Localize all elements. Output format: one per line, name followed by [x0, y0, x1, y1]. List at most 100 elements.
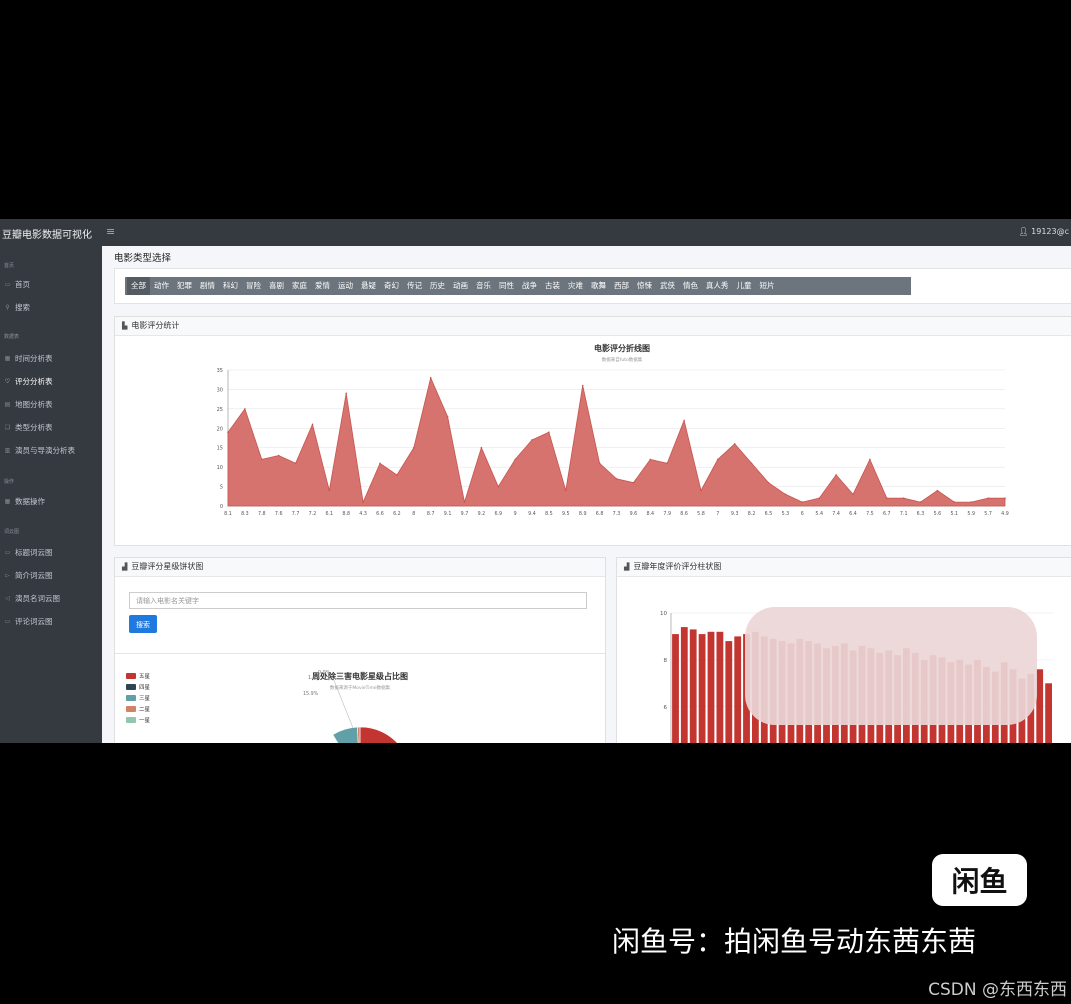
sidebar-item-label: 数据操作 — [15, 497, 45, 506]
sidebar-item-time-analysis[interactable]: ▦ 时间分析表 — [4, 353, 53, 364]
data-point — [227, 431, 229, 433]
x-tick-label: 7.5 — [866, 511, 874, 517]
genre-button[interactable]: 爱情 — [311, 277, 334, 295]
genre-button[interactable]: 古装 — [541, 277, 564, 295]
genre-button[interactable]: 音乐 — [472, 277, 495, 295]
x-tick-label: 7.6 — [275, 511, 283, 517]
bar — [725, 641, 733, 743]
x-tick-label: 7.3 — [613, 511, 621, 517]
genre-button[interactable]: 运动 — [334, 277, 357, 295]
data-point — [531, 439, 533, 441]
genre-section-title: 电影类型选择 — [114, 253, 172, 264]
blurred-overlay — [745, 607, 1037, 725]
data-point — [801, 501, 804, 503]
genre-button[interactable]: 惊悚 — [633, 277, 656, 295]
data-point — [919, 501, 922, 503]
x-tick-label: 8.2 — [748, 511, 756, 517]
search-button[interactable]: 搜索 — [129, 615, 157, 633]
sidebar-item-label: 类型分析表 — [15, 423, 53, 432]
watermark-text: 闲鱼号：拍闲鱼号动东茜东茜 — [612, 925, 977, 958]
rating-card-header: ▙ 电影评分统计 — [115, 317, 1071, 336]
sidebar-item-actor-cloud[interactable]: ◁ 演员名词云图 — [4, 593, 60, 604]
pie-slice — [359, 726, 398, 743]
sidebar-item-label: 简介词云图 — [15, 571, 53, 580]
genre-button[interactable]: 武侠 — [656, 277, 679, 295]
bar — [1036, 669, 1044, 743]
csdn-watermark: CSDN @东西东西 — [928, 980, 1067, 1000]
bar — [707, 631, 715, 743]
x-tick-label: 7.9 — [663, 511, 671, 517]
hamburger-icon[interactable]: ≡ — [106, 225, 115, 238]
genre-button[interactable]: 传记 — [403, 277, 426, 295]
sidebar-item-title-cloud[interactable]: ▭ 标题词云图 — [4, 547, 53, 558]
genre-button[interactable]: 悬疑 — [357, 277, 380, 295]
data-point — [818, 497, 820, 499]
data-point — [565, 489, 567, 492]
genre-button[interactable]: 历史 — [426, 277, 449, 295]
sidebar-item-data-ops[interactable]: ▦ 数据操作 — [4, 496, 45, 507]
bar — [716, 631, 724, 743]
sidebar-item-rating-analysis[interactable]: ♡ 评分分析表 — [4, 376, 53, 387]
x-tick-label: 6.9 — [494, 511, 502, 517]
genre-button[interactable]: 动画 — [449, 277, 472, 295]
sidebar-item-actor-director[interactable]: ▥ 演员与导演分析表 — [4, 445, 75, 456]
genre-button[interactable]: 冒险 — [242, 277, 265, 295]
rating-card-title: 电影评分统计 — [131, 321, 180, 330]
x-tick-label: 8.5 — [545, 511, 553, 517]
genre-button[interactable]: 灾难 — [564, 277, 587, 295]
search-icon: ⚲ — [5, 304, 10, 311]
y-tick-label: 15 — [217, 446, 223, 452]
genre-button[interactable]: 全部 — [127, 277, 150, 295]
x-tick-label: 5.8 — [697, 511, 705, 517]
movie-search-input[interactable] — [129, 592, 587, 609]
genre-button[interactable]: 犯罪 — [173, 277, 196, 295]
pie-card: ▟豆瓣评分星级饼状图 搜索 五星四星三星二星一星 周处除三害电影星级占比图数据来… — [114, 557, 606, 743]
genre-button[interactable]: 科幻 — [219, 277, 242, 295]
genre-button[interactable]: 喜剧 — [265, 277, 288, 295]
genre-button[interactable]: 剧情 — [196, 277, 219, 295]
x-tick-label: 5.6 — [934, 511, 942, 517]
y-tick-label: 10 — [217, 465, 223, 471]
sidebar-item-label: 演员与导演分析表 — [15, 446, 75, 455]
sidebar-item-home[interactable]: ▭ 首页 — [4, 279, 30, 290]
genre-button[interactable]: 西部 — [610, 277, 633, 295]
sidebar-item-type-analysis[interactable]: ❏ 类型分析表 — [4, 422, 53, 433]
bar — [689, 629, 697, 743]
pie-card-header: ▟ 豆瓣评分星级饼状图 — [115, 558, 605, 577]
genre-button[interactable]: 战争 — [518, 277, 541, 295]
genre-button[interactable]: 同性 — [495, 277, 518, 295]
user-menu[interactable]: 👤︎ 19123@c — [1018, 227, 1069, 236]
genre-button[interactable]: 短片 — [756, 277, 779, 295]
genre-button[interactable]: 奇幻 — [380, 277, 403, 295]
genre-button[interactable]: 家庭 — [288, 277, 311, 295]
brand-title[interactable]: 豆瓣电影数据可视化 — [2, 226, 92, 241]
data-point — [649, 458, 652, 461]
chart-subtitle: 数据来源于MovieTime数据集 — [330, 684, 391, 691]
data-point — [413, 446, 415, 449]
sidebar-item-label: 评论词云图 — [15, 617, 53, 626]
genre-button[interactable]: 动作 — [150, 277, 173, 295]
cloud-icon: ◁ — [5, 595, 10, 602]
star-pie-chart: 周处除三害电影星级占比图数据来源于MovieTime数据集0.0%1.9%15.… — [303, 670, 408, 743]
pie-slice — [357, 726, 361, 743]
rating-area-chart: 电影评分折线图数据来自futo数据集 0 5 10 15 20 25 30 35 8.1 8.3 7.… — [217, 343, 1009, 517]
x-tick-label: 6.2 — [393, 511, 401, 517]
genre-button[interactable]: 歌舞 — [587, 277, 610, 295]
data-point — [294, 462, 297, 465]
x-tick-label: 9.1 — [444, 511, 452, 517]
bar — [1045, 683, 1052, 743]
sidebar-item-comment-cloud[interactable]: ▭ 评论词云图 — [4, 616, 53, 627]
calendar-icon: ▦ — [4, 355, 11, 362]
cloud-icon: ▻ — [5, 572, 10, 579]
x-tick-label: 8.8 — [342, 511, 350, 517]
genre-button[interactable]: 儿童 — [733, 277, 756, 295]
sidebar-item-summary-cloud[interactable]: ▻ 简介词云图 — [4, 570, 53, 581]
sidebar-item-map-analysis[interactable]: ▤ 地图分析表 — [4, 399, 53, 410]
y-tick-label: 35 — [217, 368, 223, 374]
data-point — [936, 489, 939, 492]
data-point — [429, 377, 432, 379]
genre-button[interactable]: 真人秀 — [702, 277, 733, 295]
sidebar-item-search[interactable]: ⚲ 搜索 — [4, 302, 30, 313]
genre-button[interactable]: 情色 — [679, 277, 702, 295]
y-tick-label: 8 — [664, 658, 668, 664]
